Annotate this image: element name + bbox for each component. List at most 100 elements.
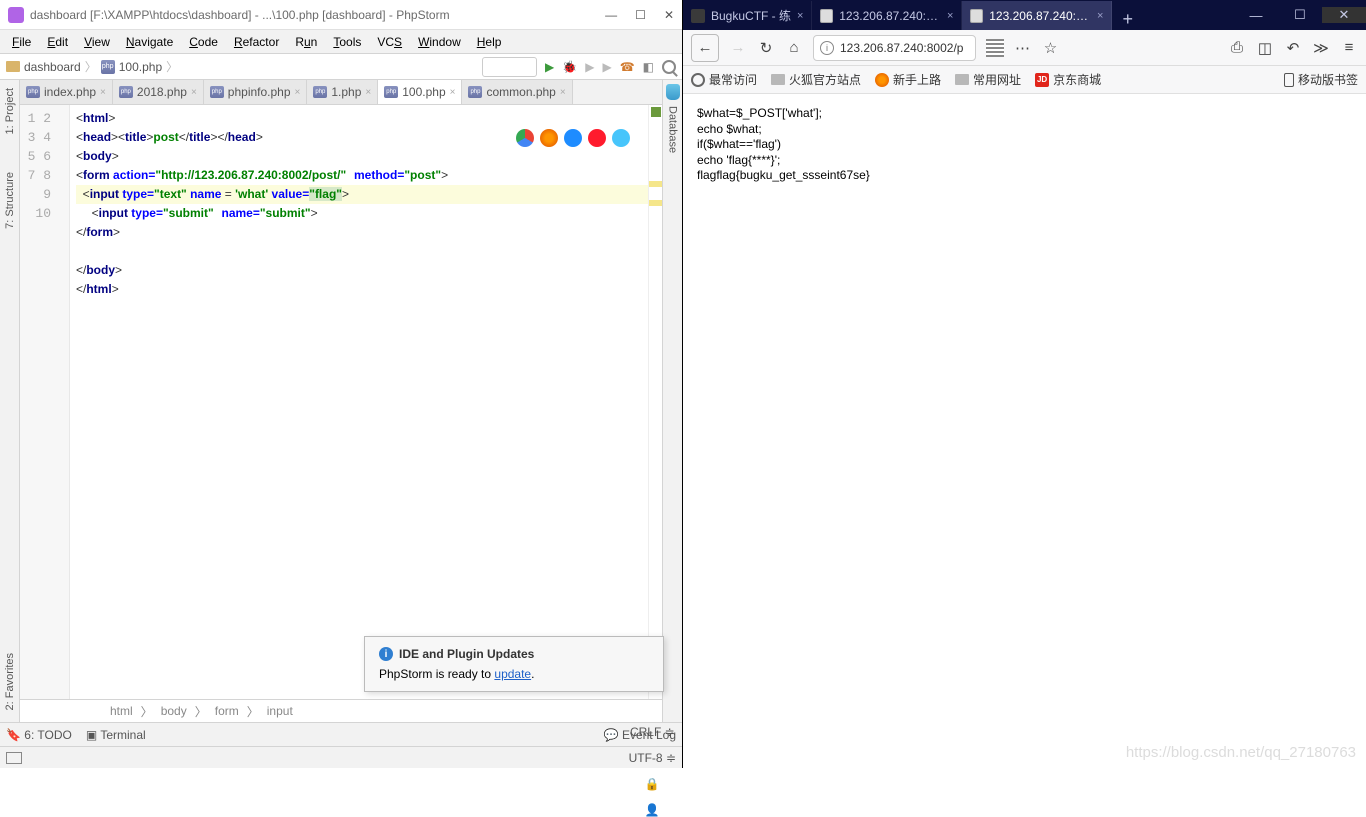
browser-tab-1[interactable]: 123.206.87.240:8002× [812, 1, 962, 30]
bm-most-visited[interactable]: 最常访问 [691, 71, 757, 88]
maximize-button[interactable]: ☐ [1278, 7, 1322, 23]
tab-phpinfo[interactable]: phpphpinfo.php× [204, 80, 308, 104]
bm-newbie[interactable]: 新手上路 [875, 71, 941, 88]
close-tab-icon[interactable]: × [947, 10, 953, 22]
browser-preview-icons [516, 129, 630, 147]
sync-icon[interactable]: ↶ [1284, 39, 1302, 57]
address-bar[interactable]: i 123.206.87.240:8002/p [813, 35, 976, 61]
crumb[interactable]: input [267, 704, 293, 718]
hector-icon[interactable]: 👤 [645, 803, 660, 817]
menu-edit[interactable]: Edit [41, 33, 74, 51]
close-tab-icon[interactable]: × [1097, 10, 1103, 22]
tab-1[interactable]: php1.php× [307, 80, 378, 104]
firefox-icon[interactable] [540, 129, 558, 147]
bm-jd[interactable]: JD京东商城 [1035, 71, 1101, 88]
overflow-icon[interactable]: ≫ [1312, 39, 1330, 57]
firefox-titlebar: BugkuCTF - 练× 123.206.87.240:8002× 123.2… [683, 0, 1366, 30]
nav-file[interactable]: 100.php [119, 60, 162, 74]
menu-help[interactable]: Help [471, 33, 508, 51]
warning-stripe[interactable] [649, 181, 662, 187]
content-line: echo 'flag{****}'; [697, 153, 1352, 169]
search-icon[interactable] [662, 60, 676, 74]
tab-index[interactable]: phpindex.php× [20, 80, 113, 104]
close-tab-icon[interactable]: × [191, 87, 197, 98]
library-icon[interactable]: ⎙ [1228, 39, 1246, 57]
opera-icon[interactable] [588, 129, 606, 147]
run-config-dropdown[interactable] [482, 57, 537, 77]
site-info-icon[interactable]: i [820, 41, 834, 55]
favicon-icon [691, 9, 705, 23]
close-tab-icon[interactable]: × [797, 10, 803, 22]
sidebar-icon[interactable]: ◫ [1256, 39, 1274, 57]
close-tab-icon[interactable]: × [450, 87, 456, 98]
code-area[interactable]: <html> <head><title>post</title></head> … [70, 105, 648, 699]
run-button[interactable]: ▶ [545, 60, 554, 74]
minimize-button[interactable]: — [605, 8, 617, 22]
warning-stripe[interactable] [649, 200, 662, 206]
php-file-icon: php [101, 60, 115, 74]
browser-tab-bugku[interactable]: BugkuCTF - 练× [683, 1, 812, 30]
debug-button[interactable]: 🐞 [562, 60, 577, 74]
chrome-icon[interactable] [516, 129, 534, 147]
todo-tool[interactable]: 🔖 6: TODO [6, 728, 72, 742]
home-button[interactable]: ⌂ [785, 39, 803, 57]
page-actions-icon[interactable]: ⋯ [1014, 39, 1032, 57]
coverage-button[interactable]: ▶ [585, 60, 594, 74]
menu-window[interactable]: Window [412, 33, 467, 51]
close-tab-icon[interactable]: × [100, 87, 106, 98]
status-rect-icon[interactable] [6, 752, 22, 764]
structure-tool-tab[interactable]: 7: Structure [4, 168, 16, 233]
code-editor[interactable]: 1 2 3 4 5 6 7 8 9 10 <html> <head><title… [20, 105, 662, 699]
close-tab-icon[interactable]: × [365, 87, 371, 98]
lock-icon[interactable]: 🔒 [645, 777, 660, 791]
bm-common[interactable]: 常用网址 [955, 71, 1021, 88]
new-tab-button[interactable]: + [1112, 9, 1143, 30]
safari-icon[interactable] [564, 129, 582, 147]
reload-button[interactable]: ↻ [757, 39, 775, 57]
update-link[interactable]: update [494, 667, 531, 681]
forward-button[interactable]: → [729, 39, 747, 57]
folder-icon [6, 61, 20, 72]
menu-navigate[interactable]: Navigate [120, 33, 179, 51]
nav-folder[interactable]: dashboard [24, 60, 81, 74]
bm-firefox-site[interactable]: 火狐官方站点 [771, 71, 861, 88]
line-sep[interactable]: CRLF ≑ [630, 725, 675, 739]
menu-run[interactable]: Run [289, 33, 323, 51]
database-tool-tab[interactable]: Database [667, 104, 679, 153]
popup-title: IDE and Plugin Updates [399, 647, 534, 661]
stop-button[interactable]: ▶ [602, 60, 611, 74]
vcs-button[interactable]: ◧ [643, 60, 654, 74]
menu-file[interactable]: File [6, 33, 37, 51]
close-tab-icon[interactable]: × [295, 87, 301, 98]
menu-view[interactable]: View [78, 33, 116, 51]
favicon-icon [970, 9, 983, 23]
project-tool-tab[interactable]: 1: Project [4, 84, 16, 138]
qr-icon[interactable] [986, 39, 1004, 57]
crumb[interactable]: form [215, 704, 239, 718]
crumb[interactable]: html [110, 704, 133, 718]
maximize-button[interactable]: ☐ [635, 8, 646, 22]
minimize-button[interactable]: — [1234, 8, 1278, 23]
favorites-tool-tab[interactable]: 2: Favorites [4, 649, 16, 714]
bm-mobile[interactable]: 移动版书签 [1298, 71, 1358, 88]
tab-2018[interactable]: php2018.php× [113, 80, 204, 104]
menu-refactor[interactable]: Refactor [228, 33, 285, 51]
close-button[interactable]: ✕ [1322, 7, 1366, 23]
close-button[interactable]: ✕ [664, 8, 674, 22]
menu-button[interactable]: ≡ [1340, 39, 1358, 57]
encoding[interactable]: UTF-8 ≑ [629, 751, 676, 765]
back-button[interactable]: ← [691, 34, 719, 62]
tab-100[interactable]: php100.php× [378, 80, 462, 104]
menu-tools[interactable]: Tools [327, 33, 367, 51]
ie-icon[interactable] [612, 129, 630, 147]
crumb[interactable]: body [161, 704, 187, 718]
terminal-tool[interactable]: ▣ Terminal [86, 728, 146, 742]
close-tab-icon[interactable]: × [560, 87, 566, 98]
listen-button[interactable]: ☎ [620, 60, 635, 74]
menu-code[interactable]: Code [183, 33, 224, 51]
tab-common[interactable]: phpcommon.php× [462, 80, 572, 104]
browser-tab-2[interactable]: 123.206.87.240:8002× [962, 1, 1112, 30]
window-controls: — ☐ ✕ [1234, 0, 1366, 30]
bookmark-star-icon[interactable]: ☆ [1042, 39, 1060, 57]
menu-vcs[interactable]: VCS [371, 33, 408, 51]
